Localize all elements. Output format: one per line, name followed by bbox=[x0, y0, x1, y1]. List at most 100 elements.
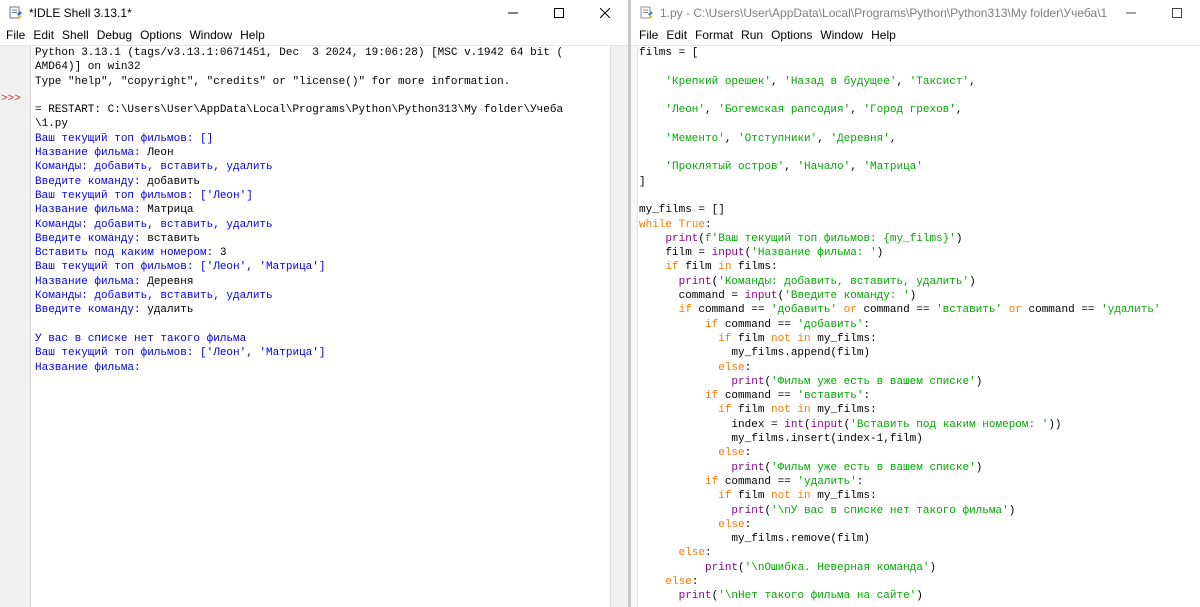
code-token: print bbox=[731, 504, 765, 517]
code-line: if film in films: bbox=[638, 260, 1200, 274]
code-token: else bbox=[718, 518, 745, 531]
code-line: if command == 'добавить' or command == '… bbox=[638, 303, 1200, 317]
code-token: 'добавить' bbox=[771, 304, 838, 317]
shell-output-text: Вставить под каким номером: bbox=[35, 247, 220, 260]
code-token: , bbox=[850, 104, 864, 117]
code-token: '\nУ вас в списке нет такого фильма' bbox=[771, 504, 1009, 517]
editor-titlebar[interactable]: 1.py - C:\Users\User\AppData\Local\Progr… bbox=[631, 0, 1200, 25]
code-token: my_films: bbox=[810, 332, 877, 345]
code-line: if film not in my_films: bbox=[638, 489, 1200, 503]
shell-line: Ваш текущий топ фильмов: ['Леон', 'Матри… bbox=[35, 347, 326, 360]
editor-menu-edit[interactable]: Edit bbox=[662, 28, 691, 42]
shell-user-input: удалить bbox=[147, 304, 194, 317]
code-token: my_films = [] bbox=[639, 204, 725, 217]
code-token: : bbox=[863, 390, 871, 403]
shell-line: Введите команду: добавить bbox=[31, 175, 610, 189]
code-token: 'Деревня' bbox=[830, 132, 890, 145]
shell-output-area[interactable]: Python 3.13.1 (tags/v3.13.1:0671451, Dec… bbox=[31, 46, 610, 607]
editor-code-area[interactable]: films = [ 'Крепкий орешек', 'Назад в буд… bbox=[637, 46, 1200, 607]
code-line: 'Проклятый остров', 'Начало', 'Матрица' bbox=[638, 160, 1200, 174]
shell-titlebar[interactable]: *IDLE Shell 3.13.1* bbox=[0, 0, 628, 25]
shell-menu-file[interactable]: File bbox=[0, 28, 29, 42]
shell-menu-window[interactable]: Window bbox=[185, 28, 236, 42]
code-token: ) bbox=[955, 232, 963, 245]
editor-menu-file[interactable]: File bbox=[631, 28, 662, 42]
code-token: my_films.remove(film) bbox=[639, 533, 871, 546]
editor-menu-options[interactable]: Options bbox=[767, 28, 816, 42]
code-token: command == bbox=[1021, 304, 1102, 317]
code-line: print('\nУ вас в списке нет такого фильм… bbox=[638, 504, 1200, 518]
editor-minimize-button[interactable] bbox=[1108, 0, 1154, 25]
code-token: my_films: bbox=[810, 404, 877, 417]
shell-menu-options[interactable]: Options bbox=[136, 28, 185, 42]
code-line: print('Фильм уже есть в вашем списке') bbox=[638, 375, 1200, 389]
editor-window: 1.py - C:\Users\User\AppData\Local\Progr… bbox=[631, 0, 1200, 607]
shell-maximize-button[interactable] bbox=[536, 0, 582, 25]
code-token: command == bbox=[718, 390, 798, 403]
shell-vertical-scrollbar[interactable] bbox=[610, 46, 628, 607]
code-token: 'вставить' bbox=[797, 390, 864, 403]
shell-user-input: вставить bbox=[147, 232, 201, 245]
code-token: while bbox=[639, 218, 673, 231]
code-line: 'Крепкий орешек', 'Назад в будущее', 'Та… bbox=[638, 75, 1200, 89]
shell-output-text: Название фильма: bbox=[35, 204, 148, 217]
editor-window-title: 1.py - C:\Users\User\AppData\Local\Progr… bbox=[660, 5, 1108, 20]
editor-menu-format[interactable]: Format bbox=[691, 28, 737, 42]
code-line: print(f'Ваш текущий топ фильмов: {my_fil… bbox=[638, 232, 1200, 246]
shell-menu-help[interactable]: Help bbox=[236, 28, 269, 42]
code-token: else bbox=[665, 575, 692, 588]
shell-line: У вас в списке нет такого фильма bbox=[35, 332, 247, 345]
code-token: 'Вставить под каким номером: ' bbox=[850, 418, 1049, 431]
editor-menu-help[interactable]: Help bbox=[867, 28, 900, 42]
code-token: : bbox=[863, 318, 871, 331]
code-token: : bbox=[744, 361, 752, 374]
code-line: my_films.remove(film) bbox=[638, 532, 1200, 546]
shell-menu-debug[interactable]: Debug bbox=[93, 28, 136, 42]
code-token: 'Леон' bbox=[665, 104, 706, 117]
code-line: films = [ bbox=[638, 46, 1200, 60]
shell-line: Введите команду: удалить bbox=[31, 303, 610, 317]
code-token: , bbox=[889, 132, 897, 145]
code-token: , bbox=[771, 75, 785, 88]
code-token: ] bbox=[639, 175, 646, 188]
editor-maximize-button[interactable] bbox=[1154, 0, 1200, 25]
code-token: input bbox=[744, 290, 778, 303]
editor-menu-window[interactable]: Window bbox=[816, 28, 867, 42]
code-line: print('Фильм уже есть в вашем списке') bbox=[638, 461, 1200, 475]
code-token: print bbox=[705, 561, 739, 574]
code-token: 'Таксист' bbox=[909, 75, 970, 88]
editor-menu-run[interactable]: Run bbox=[737, 28, 767, 42]
code-token: ) bbox=[876, 247, 884, 260]
shell-line: Название фильма: Леон bbox=[31, 146, 610, 160]
code-token: my_films.insert(index-1,film) bbox=[639, 433, 923, 446]
code-token: ) bbox=[1008, 504, 1016, 517]
shell-close-button[interactable] bbox=[582, 0, 628, 25]
code-token: films: bbox=[731, 261, 778, 274]
code-token: : bbox=[691, 575, 699, 588]
shell-menu-edit[interactable]: Edit bbox=[29, 28, 58, 42]
code-token: print bbox=[731, 461, 765, 474]
shell-line: Команды: добавить, вставить, удалить bbox=[35, 218, 273, 231]
shell-user-input: добавить bbox=[147, 175, 201, 188]
code-line: my_films.append(film) bbox=[638, 346, 1200, 360]
code-token: 'Фильм уже есть в вашем списке' bbox=[771, 461, 976, 474]
shell-minimize-button[interactable] bbox=[490, 0, 536, 25]
shell-menu-shell[interactable]: Shell bbox=[58, 28, 93, 42]
shell-prompt: >>> bbox=[1, 92, 21, 105]
code-token: 'Введите команду: ' bbox=[784, 290, 910, 303]
